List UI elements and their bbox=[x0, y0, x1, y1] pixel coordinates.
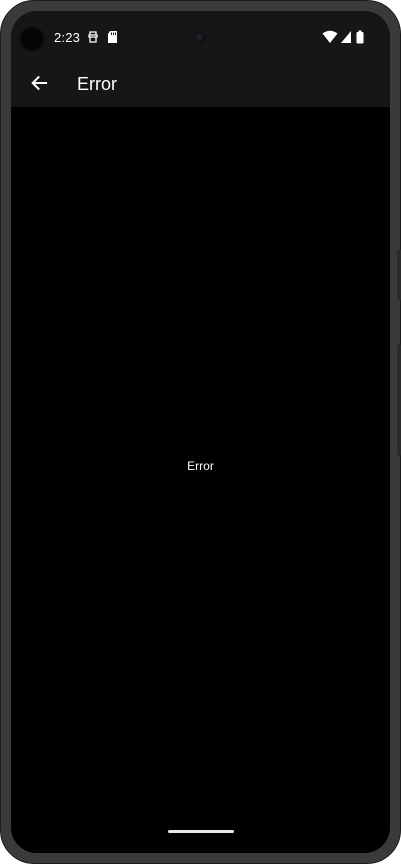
sd-card-icon bbox=[106, 30, 120, 44]
page-title: Error bbox=[77, 74, 117, 94]
arrow-back-icon bbox=[30, 74, 48, 97]
screen: 2:23 Error Error bbox=[11, 11, 390, 853]
front-camera bbox=[21, 28, 43, 50]
app-bar: Error bbox=[11, 63, 390, 107]
status-time: 2:23 bbox=[54, 30, 81, 45]
power-button bbox=[397, 344, 401, 456]
earpiece-sensor bbox=[194, 32, 206, 44]
main-content: Error bbox=[11, 107, 390, 853]
device-frame: 2:23 Error Error bbox=[0, 0, 401, 864]
cell-signal-icon bbox=[340, 30, 352, 44]
home-indicator[interactable] bbox=[168, 830, 234, 833]
usb-debug-icon bbox=[86, 30, 100, 44]
status-bar: 2:23 bbox=[11, 11, 390, 63]
battery-icon bbox=[356, 30, 364, 44]
back-button[interactable] bbox=[23, 69, 55, 101]
volume-button bbox=[397, 249, 401, 301]
wifi-icon bbox=[322, 30, 338, 44]
error-message: Error bbox=[187, 459, 214, 473]
